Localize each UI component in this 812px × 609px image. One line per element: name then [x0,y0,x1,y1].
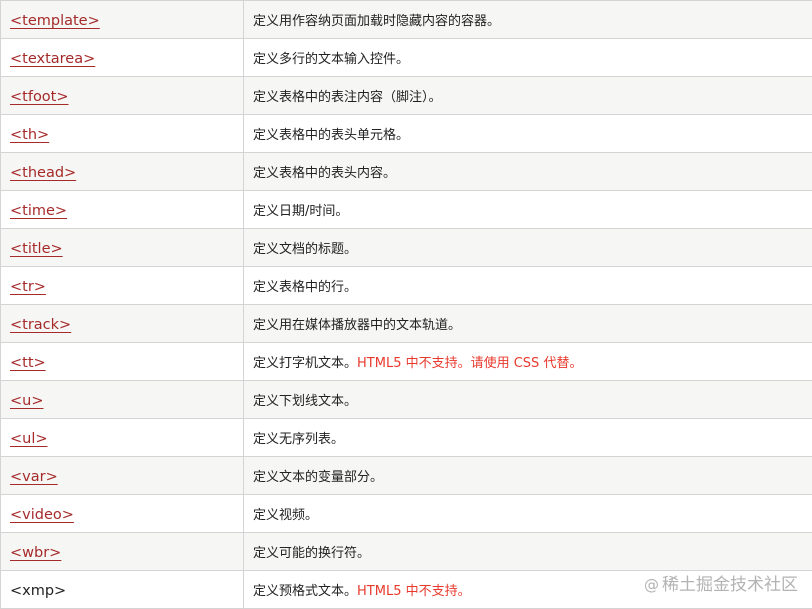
tag-description: 定义表格中的表头单元格。 [253,128,409,143]
tag-description: 定义下划线文本。 [253,394,357,409]
desc-cell: 定义表格中的表头内容。 [244,153,812,191]
table-row: <tfoot> 定义表格中的表注内容（脚注）。 [1,77,812,115]
tag-description: 定义用作容纳页面加载时隐藏内容的容器。 [253,14,500,29]
tag-description: 定义表格中的表注内容（脚注）。 [253,90,442,105]
tag-description: 定义文档的标题。 [253,242,357,257]
tag-cell: <wbr> [1,533,244,571]
tag-link-title[interactable]: <title> [10,241,63,257]
deprecation-note: HTML5 中不支持。请使用 CSS 代替。 [357,356,582,371]
tag-cell: <th> [1,115,244,153]
tag-link-thead[interactable]: <thead> [10,165,76,181]
table-row: <video> 定义视频。 [1,495,812,533]
tag-cell: <xmp> [1,571,244,609]
table-row: <tt> 定义打字机文本。HTML5 中不支持。请使用 CSS 代替。 [1,343,812,381]
tag-cell: <tt> [1,343,244,381]
tag-link-th[interactable]: <th> [10,127,49,143]
table-row: <textarea> 定义多行的文本输入控件。 [1,39,812,77]
tag-description: 定义日期/时间。 [253,204,348,219]
desc-cell: 定义日期/时间。 [244,191,812,229]
desc-cell: 定义用在媒体播放器中的文本轨道。 [244,305,812,343]
watermark: @稀土掘金技术社区 [644,570,798,595]
table-row: <th> 定义表格中的表头单元格。 [1,115,812,153]
tag-description: 定义文本的变量部分。 [253,470,383,485]
tag-cell: <thead> [1,153,244,191]
tag-cell: <title> [1,229,244,267]
desc-cell: 定义表格中的表头单元格。 [244,115,812,153]
tag-cell: <textarea> [1,39,244,77]
tag-link-tfoot[interactable]: <tfoot> [10,89,69,105]
tag-link-var[interactable]: <var> [10,469,58,485]
tag-cell: <tr> [1,267,244,305]
tag-link-u[interactable]: <u> [10,393,44,409]
tag-cell: <tfoot> [1,77,244,115]
tag-cell: <template> [1,1,244,39]
tag-link-template[interactable]: <template> [10,13,100,29]
desc-cell: 定义文档的标题。 [244,229,812,267]
tag-description: 定义表格中的行。 [253,280,357,295]
tag-link-tr[interactable]: <tr> [10,279,46,295]
tag-cell: <time> [1,191,244,229]
tag-reference-table: <template> 定义用作容纳页面加载时隐藏内容的容器。 <textarea… [0,0,812,609]
tag-link-wbr[interactable]: <wbr> [10,545,61,561]
table-row: <template> 定义用作容纳页面加载时隐藏内容的容器。 [1,1,812,39]
tag-description: 定义表格中的表头内容。 [253,166,396,181]
tag-description: 定义视频。 [253,508,318,523]
table-row: <ul> 定义无序列表。 [1,419,812,457]
table-row: <u> 定义下划线文本。 [1,381,812,419]
table-row: <wbr> 定义可能的换行符。 [1,533,812,571]
tag-description: 定义多行的文本输入控件。 [253,52,409,67]
tag-name-xmp: <xmp> [10,583,66,599]
tag-cell: <var> [1,457,244,495]
desc-cell: 定义文本的变量部分。 [244,457,812,495]
tag-cell: <track> [1,305,244,343]
tag-description: 定义预格式文本。 [253,584,357,599]
tag-link-track[interactable]: <track> [10,317,71,333]
watermark-text: 稀土掘金技术社区 [662,575,798,595]
desc-cell: 定义下划线文本。 [244,381,812,419]
desc-cell: 定义多行的文本输入控件。 [244,39,812,77]
tag-cell: <ul> [1,419,244,457]
desc-cell: 定义无序列表。 [244,419,812,457]
tag-description: 定义用在媒体播放器中的文本轨道。 [253,318,461,333]
table-row: <time> 定义日期/时间。 [1,191,812,229]
desc-cell: 定义表格中的表注内容（脚注）。 [244,77,812,115]
tag-link-video[interactable]: <video> [10,507,74,523]
desc-cell: 定义表格中的行。 [244,267,812,305]
desc-cell: 定义可能的换行符。 [244,533,812,571]
tag-link-tt[interactable]: <tt> [10,355,46,371]
tag-description: 定义无序列表。 [253,432,344,447]
desc-cell: 定义打字机文本。HTML5 中不支持。请使用 CSS 代替。 [244,343,812,381]
table-row: <title> 定义文档的标题。 [1,229,812,267]
tag-link-ul[interactable]: <ul> [10,431,48,447]
tag-description: 定义打字机文本。 [253,356,357,371]
deprecation-note: HTML5 中不支持。 [357,584,471,599]
table-row: <track> 定义用在媒体播放器中的文本轨道。 [1,305,812,343]
tag-link-time[interactable]: <time> [10,203,67,219]
tag-cell: <video> [1,495,244,533]
desc-cell: 定义视频。 [244,495,812,533]
table-row: <var> 定义文本的变量部分。 [1,457,812,495]
tag-description: 定义可能的换行符。 [253,546,370,561]
tag-cell: <u> [1,381,244,419]
tag-link-textarea[interactable]: <textarea> [10,51,95,67]
table-row: <tr> 定义表格中的行。 [1,267,812,305]
watermark-at-icon: @ [644,576,659,594]
desc-cell: 定义用作容纳页面加载时隐藏内容的容器。 [244,1,812,39]
table-row: <thead> 定义表格中的表头内容。 [1,153,812,191]
